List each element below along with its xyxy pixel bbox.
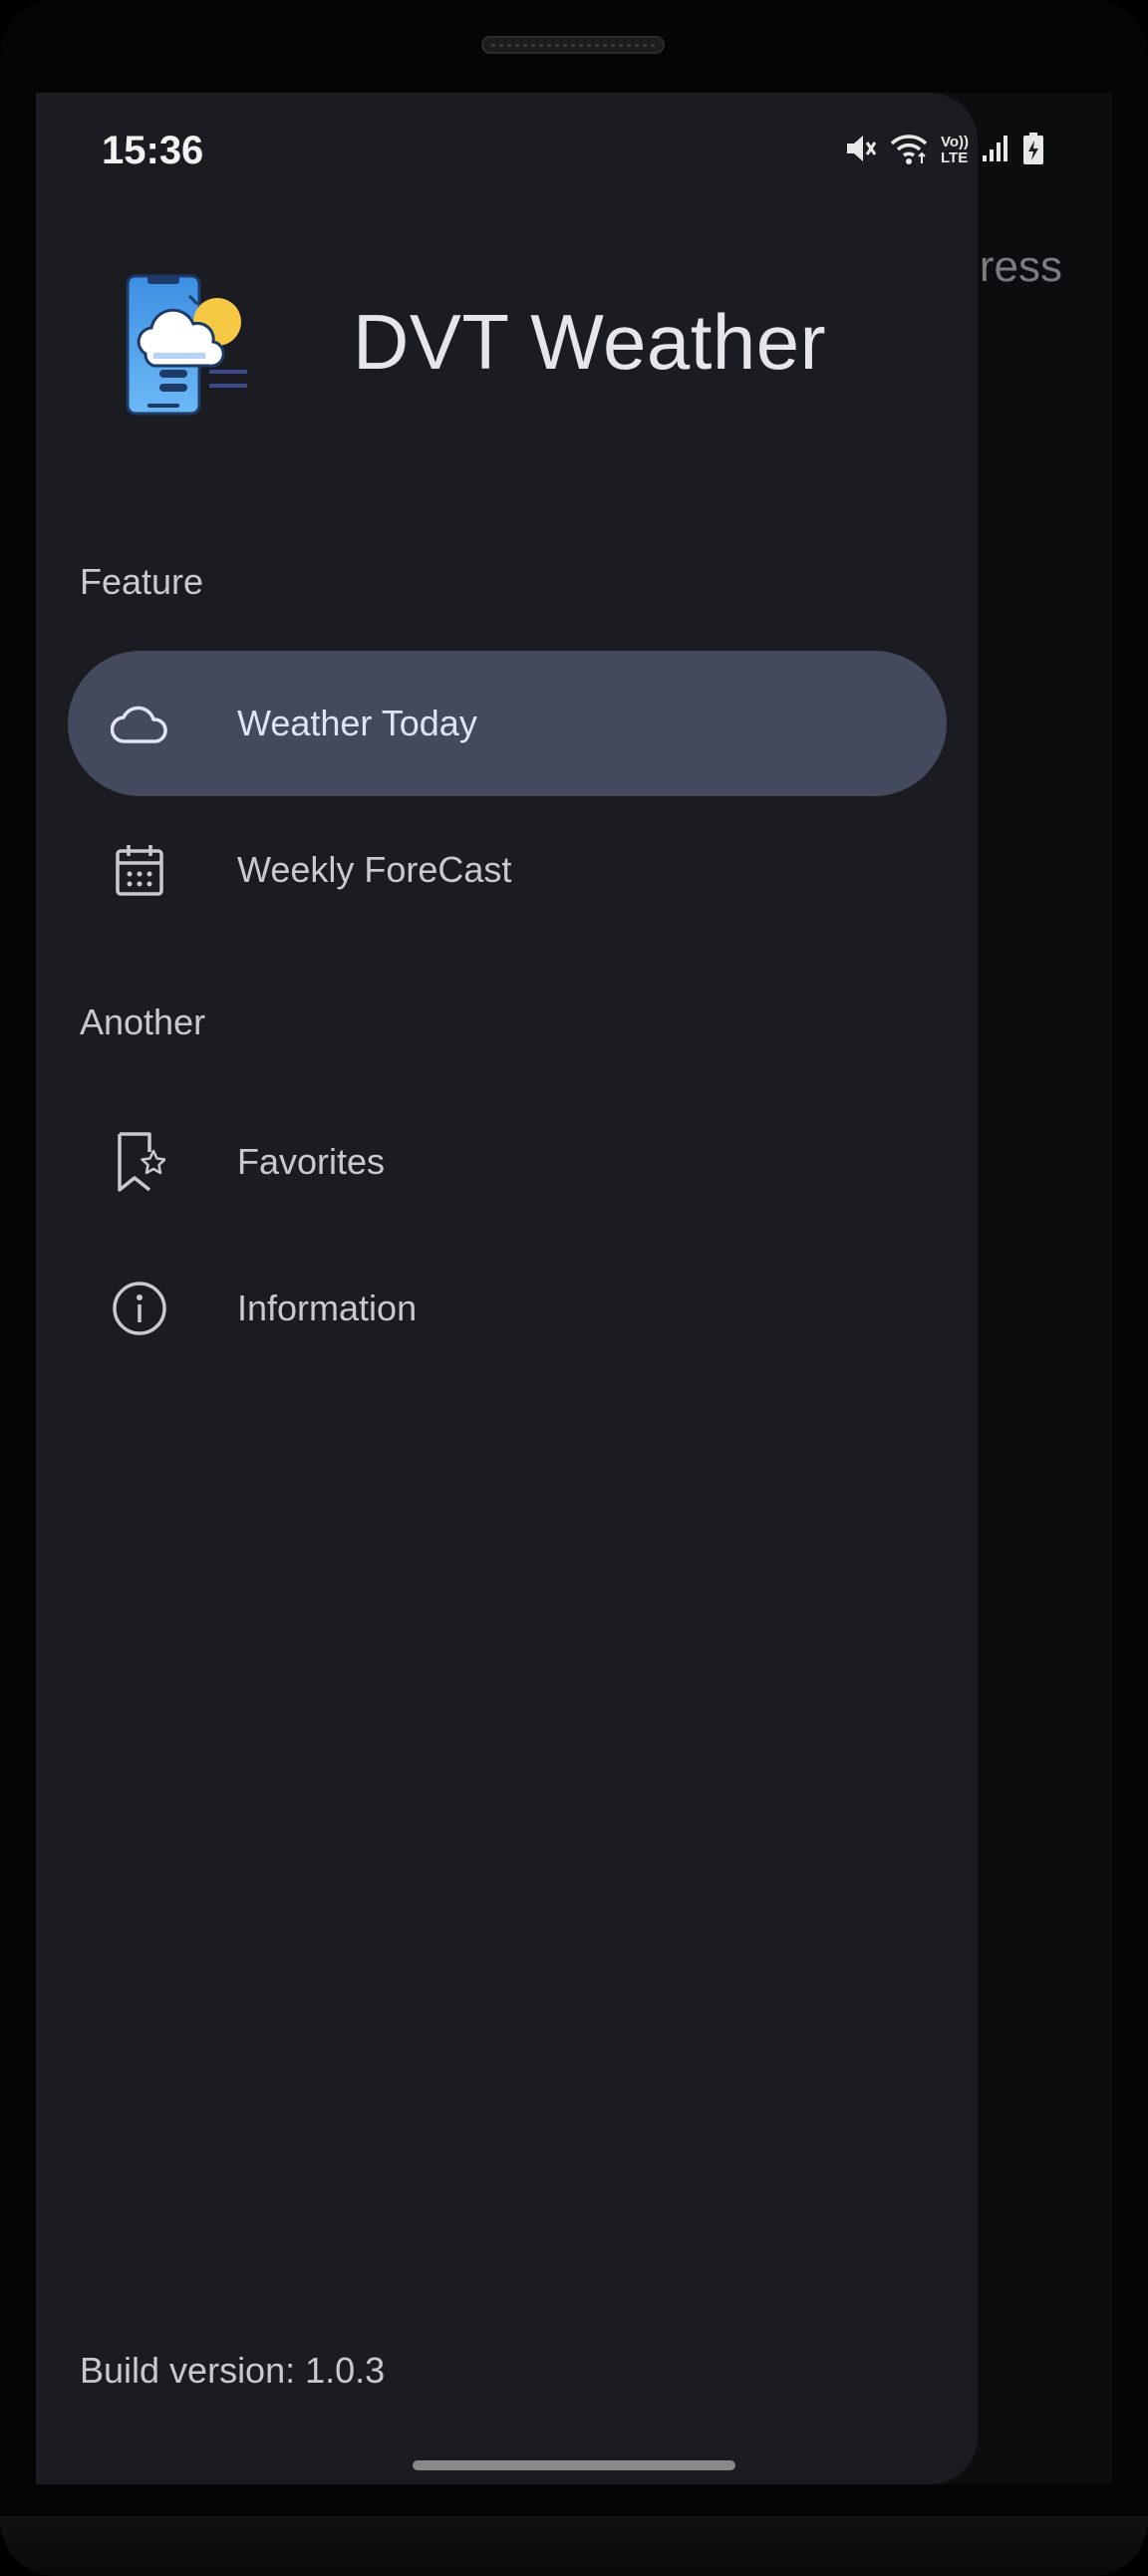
earpiece-speaker (481, 36, 665, 54)
bottom-bezel (0, 2516, 1148, 2576)
build-version: Build version: 1.0.3 (80, 2350, 386, 2391)
nav-item-information[interactable]: Information (68, 1236, 947, 1381)
navigation-drawer: 15:36 Vo)) LTE DVT Weather Feature Weath… (36, 93, 1044, 2484)
nav-item-label: Favorites (237, 1141, 386, 1182)
section-label-feature: Feature (80, 561, 204, 602)
nav-item-label: Weather Today (237, 703, 477, 743)
volte-icon: Vo)) LTE (941, 135, 969, 166)
nav-item-weather-today[interactable]: Weather Today (68, 651, 947, 796)
nav-item-label: Weekly ForeCast (237, 849, 512, 890)
background-screen-title: ress (979, 242, 1062, 291)
nav-item-weekly-forecast[interactable]: Weekly ForeCast (68, 797, 947, 943)
battery-charging-icon (1022, 132, 1044, 170)
screen: ress 15:36 Vo)) LTE DVT Weather Feature … (36, 93, 1112, 2484)
bookmark-star-icon (110, 1132, 169, 1192)
home-gesture-bar[interactable] (413, 2460, 735, 2470)
volte-bottom-text: LTE (941, 149, 969, 166)
section-label-another: Another (80, 1002, 206, 1042)
volte-top-text: Vo)) (941, 134, 970, 150)
nav-item-label: Information (237, 1288, 418, 1328)
signal-icon (981, 134, 1010, 168)
cloud-icon (110, 694, 169, 753)
phone-frame: ress 15:36 Vo)) LTE DVT Weather Feature … (0, 0, 1148, 2576)
wifi-icon (889, 132, 929, 170)
nav-item-favorites[interactable]: Favorites (68, 1089, 947, 1235)
status-bar-time: 15:36 (102, 129, 204, 172)
app-title: DVT Weather (353, 298, 827, 386)
info-icon (110, 1279, 169, 1338)
status-bar-icons: Vo)) LTE (843, 131, 1044, 170)
weather-app-logo (124, 272, 261, 420)
calendar-icon (110, 840, 169, 900)
mute-icon (843, 132, 877, 170)
